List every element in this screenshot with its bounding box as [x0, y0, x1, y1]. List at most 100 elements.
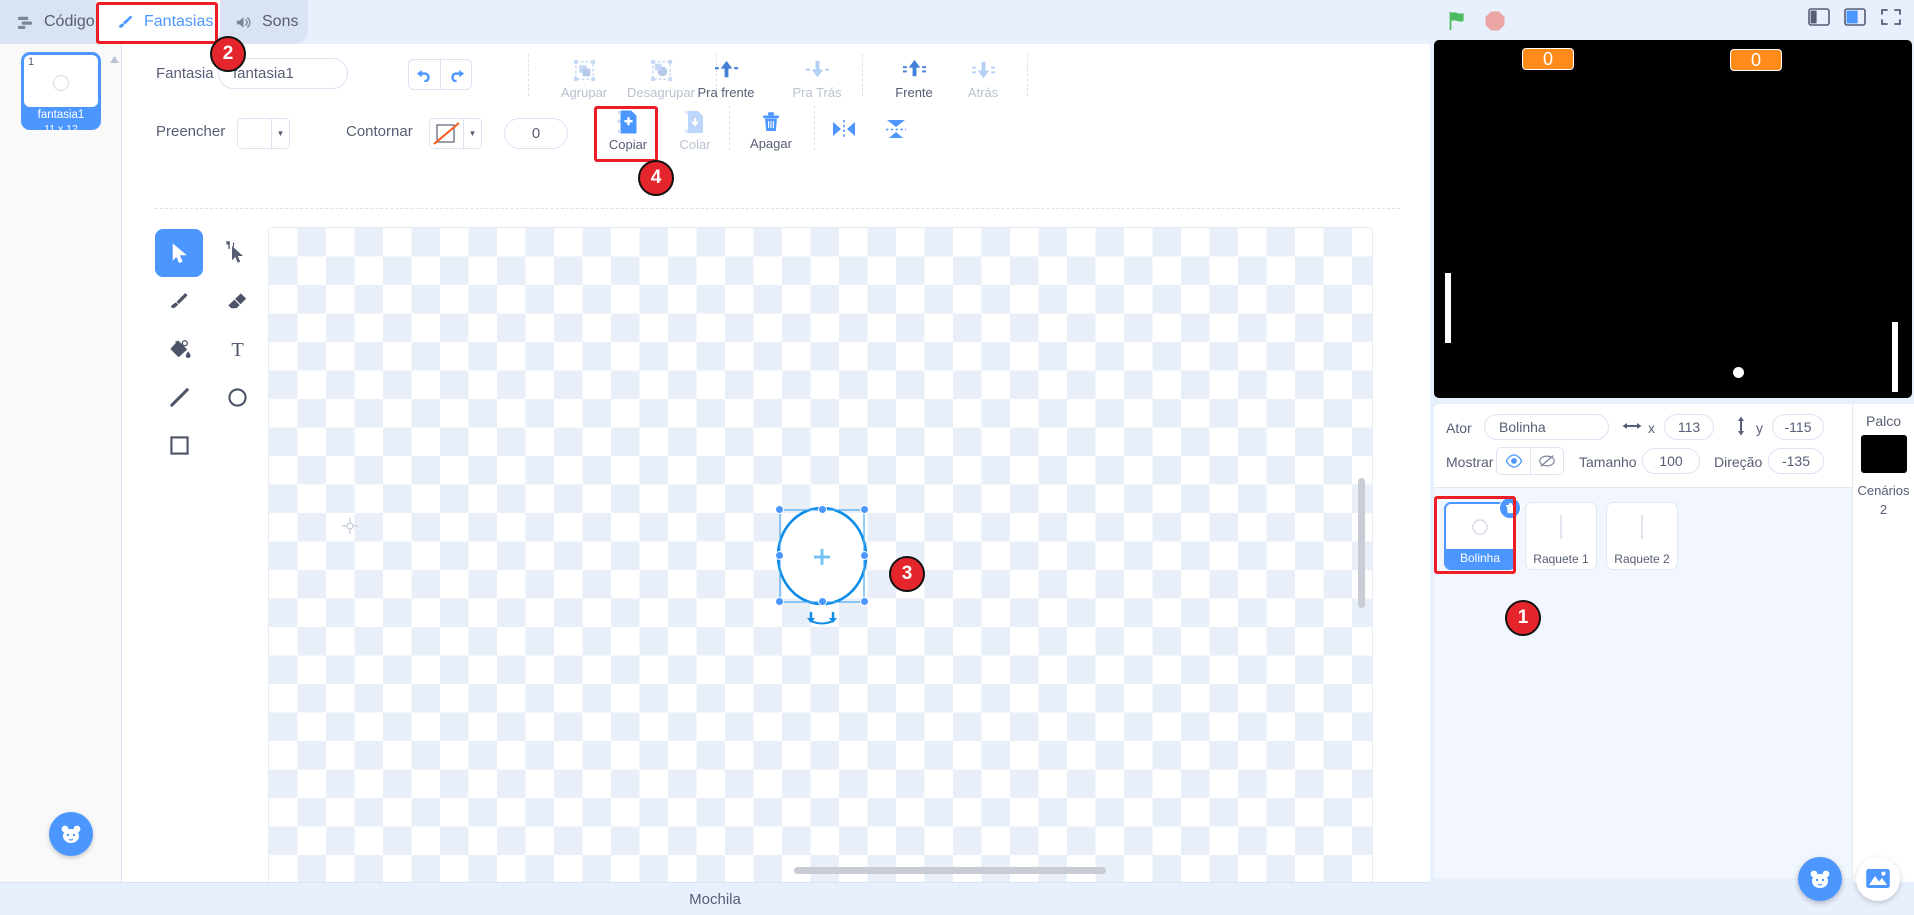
pra-tras-button[interactable]: Pra Trás: [780, 58, 854, 100]
costume-name-value: fantasia1: [233, 65, 294, 82]
tamanho-label: Tamanho: [1579, 454, 1637, 470]
resize-handle-nw[interactable]: [775, 505, 784, 514]
rect-tool[interactable]: [155, 421, 203, 469]
contornar-label: Contornar: [346, 123, 413, 140]
resize-handle-ne[interactable]: [860, 505, 869, 514]
green-flag-button[interactable]: [1444, 8, 1470, 34]
flip-horizontal-button[interactable]: [822, 116, 866, 142]
toolbar-separator: [155, 208, 1400, 209]
resize-handle-e[interactable]: [860, 551, 869, 560]
sprite-thumbnail: [1526, 503, 1596, 550]
costume-scrollbar[interactable]: [109, 52, 120, 69]
costume-number: 1: [28, 56, 35, 68]
copiar-label: Copiar: [608, 137, 648, 152]
atras-label: Atrás: [967, 85, 999, 100]
show-button[interactable]: [1497, 448, 1530, 474]
stop-button[interactable]: [1482, 8, 1508, 34]
visibility-toggle: [1496, 447, 1564, 475]
stage-panel: 0 0 Ator Bolinha x 113 y -115 Mostrar Ta…: [1430, 0, 1914, 915]
cenarios-label: Cenários: [1857, 483, 1910, 498]
add-sprite-button[interactable]: [1798, 857, 1842, 901]
stage-thumbnail[interactable]: [1860, 435, 1907, 473]
frente-button[interactable]: Frente: [882, 58, 946, 100]
sprite-raquete-1[interactable]: Raquete 1: [1525, 502, 1597, 570]
atras-button[interactable]: Atrás: [954, 58, 1012, 100]
outline-swatch[interactable]: [430, 119, 463, 148]
circle-tool[interactable]: [213, 373, 261, 421]
backpack-bar[interactable]: Mochila: [0, 882, 1430, 915]
resize-handle-se[interactable]: [860, 597, 869, 606]
undo-button[interactable]: [409, 60, 440, 89]
undo-redo-group: [408, 59, 472, 90]
fill-color-picker[interactable]: ▼: [237, 118, 290, 149]
fill-tool[interactable]: [155, 325, 203, 373]
apagar-label: Apagar: [750, 136, 792, 151]
marker-2-number: 2: [222, 43, 234, 64]
sprite-name-label: Raquete 1: [1533, 552, 1589, 566]
svg-text:T: T: [231, 339, 243, 361]
reshape-tool[interactable]: [213, 229, 261, 277]
code-icon: [16, 12, 35, 32]
add-costume-button[interactable]: [49, 812, 93, 856]
canvas-hscrollbar[interactable]: [794, 867, 1106, 874]
sprite-raquete-2[interactable]: Raquete 2: [1606, 502, 1678, 570]
colar-button[interactable]: Colar: [667, 109, 723, 152]
add-backdrop-button[interactable]: [1856, 857, 1900, 901]
costume-thumbnail: 1: [24, 55, 98, 107]
small-stage-button[interactable]: [1806, 4, 1832, 30]
brush-tool[interactable]: [155, 277, 203, 325]
canvas-vscrollbar[interactable]: [1358, 478, 1365, 608]
costume-list-panel: 1 fantasia1 11 x 12: [0, 44, 122, 882]
resize-handle-w[interactable]: [775, 551, 784, 560]
x-input[interactable]: 113: [1664, 414, 1714, 440]
pra-tras-label: Pra Trás: [792, 85, 842, 100]
y-arrow-icon: [1734, 416, 1748, 440]
direction-input[interactable]: -135: [1768, 448, 1824, 474]
tab-fantasias[interactable]: Fantasias: [96, 0, 220, 44]
y-input[interactable]: -115: [1772, 414, 1824, 440]
sprite-name-input[interactable]: Bolinha: [1484, 414, 1609, 440]
select-tool[interactable]: [155, 229, 203, 277]
fullscreen-button[interactable]: [1878, 4, 1904, 30]
line-tool[interactable]: [155, 373, 203, 421]
size-input[interactable]: 100: [1642, 448, 1700, 474]
rotation-handle[interactable]: [807, 610, 837, 630]
text-tool[interactable]: T: [213, 325, 261, 373]
move-crosshair-icon: [813, 548, 831, 570]
chevron-down-icon[interactable]: ▼: [271, 119, 289, 148]
marker-3-number: 3: [901, 563, 913, 584]
resize-handle-n[interactable]: [817, 505, 827, 514]
speaker-icon: [234, 12, 253, 32]
delete-sprite-button[interactable]: [1499, 497, 1521, 519]
sprite-name-value: Bolinha: [1499, 419, 1546, 435]
outline-width-input[interactable]: 0: [504, 118, 568, 149]
outline-color-picker[interactable]: ▼: [429, 118, 482, 149]
canvas-selection[interactable]: [775, 505, 869, 625]
copiar-button[interactable]: Copiar: [595, 109, 661, 152]
chevron-down-icon[interactable]: ▼: [463, 119, 481, 148]
tab-codigo[interactable]: Código: [0, 0, 106, 44]
fill-swatch[interactable]: [238, 119, 271, 148]
toolbar-divider-1: [528, 54, 529, 96]
large-stage-button[interactable]: [1842, 4, 1868, 30]
flip-vertical-button[interactable]: [874, 116, 918, 142]
redo-button[interactable]: [440, 60, 471, 89]
costume-field-label: Fantasia: [156, 65, 214, 82]
pra-frente-button[interactable]: Pra frente: [684, 58, 768, 100]
hide-button[interactable]: [1530, 448, 1563, 474]
preencher-label: Preencher: [156, 123, 226, 140]
size-value: 100: [1659, 453, 1683, 469]
ball-sprite: [1733, 367, 1744, 378]
eraser-tool[interactable]: [213, 277, 261, 325]
sprite-info-panel: Ator Bolinha x 113 y -115 Mostrar Tamanh…: [1434, 404, 1852, 488]
resize-handle-sw[interactable]: [775, 597, 784, 606]
drawing-canvas[interactable]: [268, 227, 1373, 884]
tab-sons-label: Sons: [262, 13, 299, 30]
apagar-button[interactable]: Apagar: [740, 109, 802, 151]
x-label: x: [1648, 420, 1655, 436]
resize-handle-s[interactable]: [817, 597, 827, 606]
costume-item-1[interactable]: 1 fantasia1 11 x 12: [21, 52, 101, 135]
sprite-bolinha[interactable]: Bolinha: [1444, 497, 1521, 570]
agrupar-button[interactable]: Agrupar: [552, 58, 616, 100]
stage-display[interactable]: 0 0: [1434, 40, 1912, 398]
